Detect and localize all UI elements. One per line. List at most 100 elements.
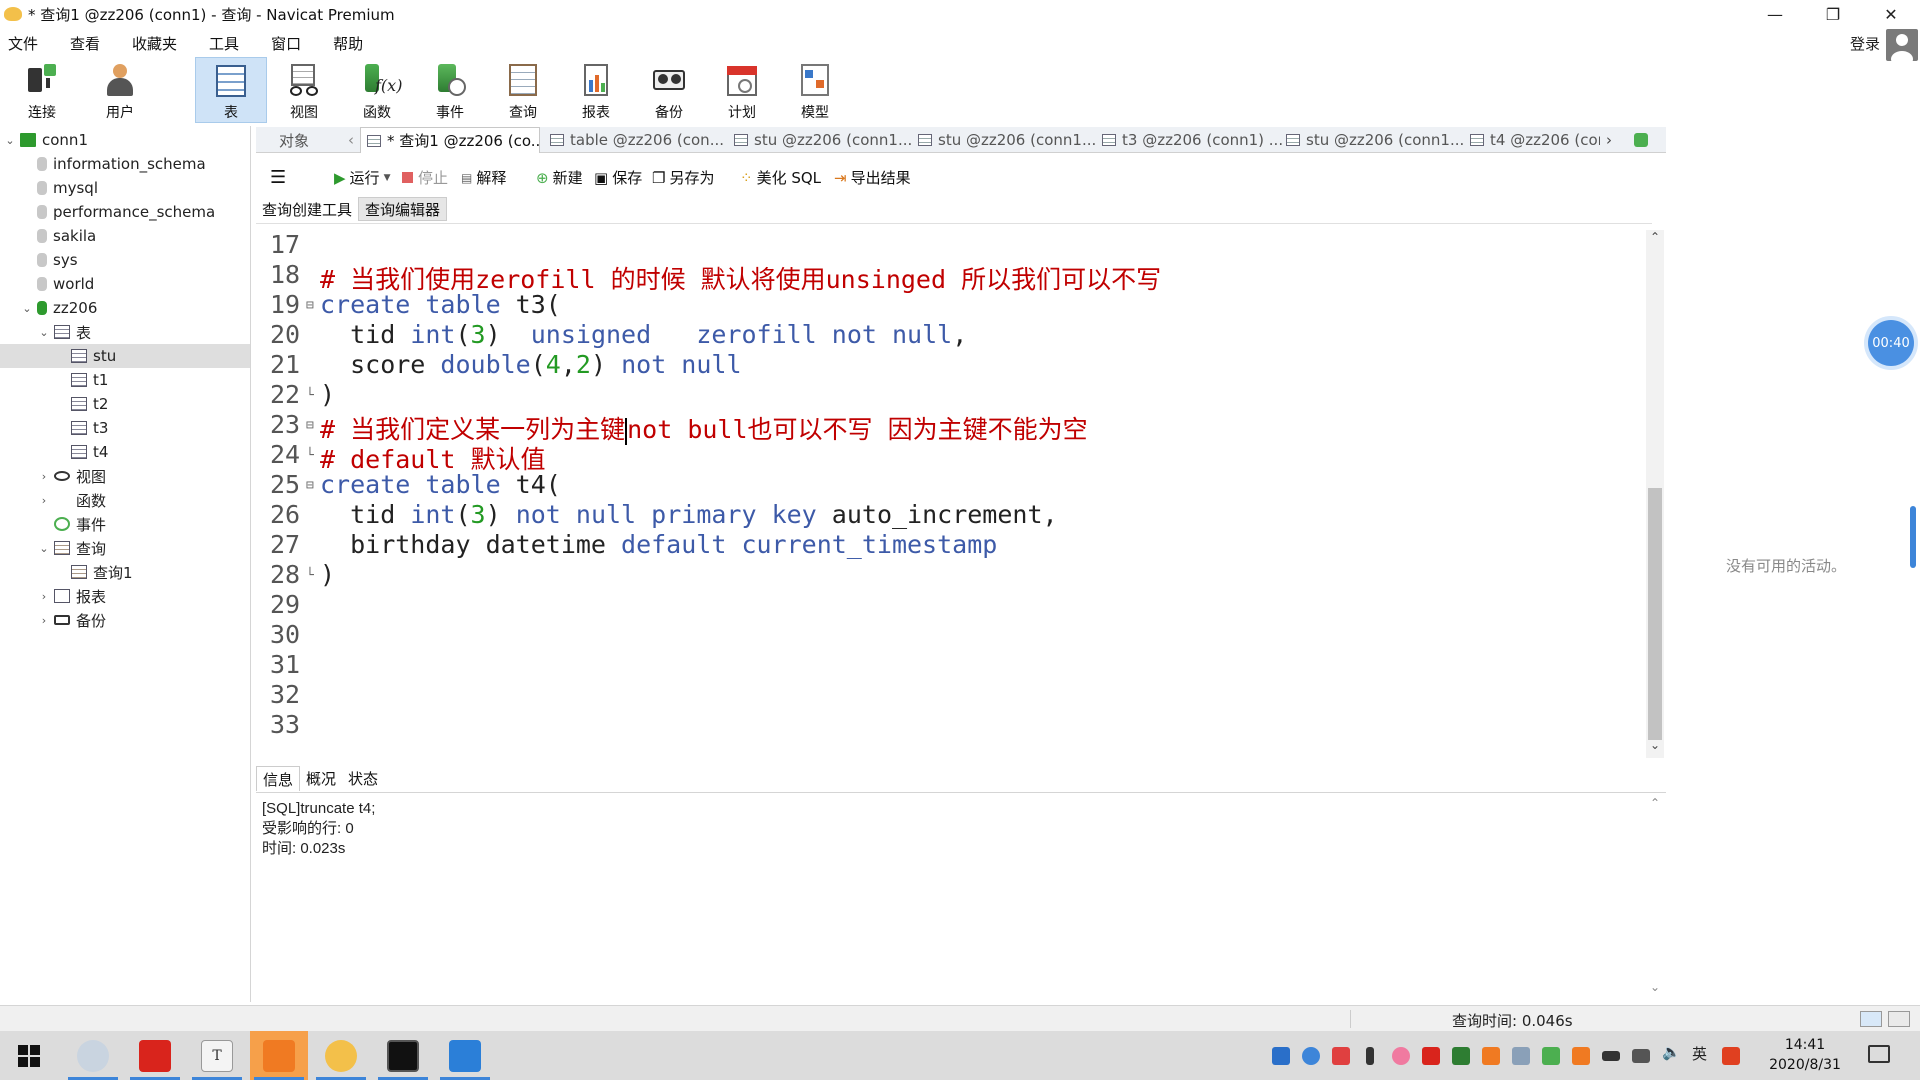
shield-icon[interactable] (1452, 1047, 1470, 1065)
tree-item-performance-schema[interactable]: performance_schema (0, 200, 250, 224)
tree-item[interactable]: › 视图 (0, 464, 250, 488)
code-line[interactable]: 32 (256, 680, 1636, 710)
code-line[interactable]: 23 ⊟ # 当我们定义某一列为主键not bull也可以不写 因为主键不能为空 (256, 410, 1636, 445)
function-button[interactable]: f(x) 函数 (341, 57, 413, 123)
message-scrollbar[interactable]: ⌃ ⌄ (1646, 796, 1664, 1000)
code-line[interactable]: 21 score double(4,2) not null (256, 350, 1636, 380)
battery-icon[interactable] (1602, 1051, 1620, 1061)
login-link[interactable]: 登录 (1850, 33, 1880, 54)
tree-item[interactable]: › 函数 (0, 488, 250, 512)
chevron-right-icon[interactable]: › (38, 614, 50, 627)
code-line[interactable]: 17 (256, 230, 1636, 260)
fold-toggle-icon[interactable]: ⊟ (306, 418, 316, 433)
new-button[interactable]: ⊕ 新建 (536, 167, 583, 188)
chevron-down-icon[interactable]: ⌄ (38, 542, 50, 555)
layout-right-panel-icon[interactable] (1888, 1011, 1910, 1027)
message-panel[interactable]: [SQL]truncate t4; 受影响的行: 0 时间: 0.023s (256, 792, 1666, 1002)
chevron-right-icon[interactable]: › (38, 494, 50, 507)
tab-stu[interactable]: stu @zz206 (conn1... (1286, 127, 1466, 153)
connect-button[interactable]: 连接 (6, 57, 78, 123)
chevron-down-icon[interactable]: ⌄ (38, 326, 50, 339)
tree-item-mysql[interactable]: mysql (0, 176, 250, 200)
table-button[interactable]: 表 (195, 57, 267, 123)
hamburger-menu-icon[interactable]: ☰ (270, 167, 286, 188)
tab-query-editor[interactable]: 查询编辑器 (358, 197, 448, 221)
chevron-down-icon[interactable]: ⌄ (4, 134, 16, 147)
taskbar-terminal-app[interactable] (374, 1031, 432, 1080)
tree-item[interactable]: › 报表 (0, 584, 250, 608)
menu-favorites[interactable]: 收藏夹 (132, 33, 177, 54)
code-line[interactable]: 29 (256, 590, 1636, 620)
tree-item-1[interactable]: 查询1 (0, 560, 250, 584)
scrollbar-thumb[interactable] (1648, 488, 1662, 740)
code-line[interactable]: 24 └ # default 默认值 (256, 440, 1636, 474)
tab-query1[interactable]: * 查询1 @zz206 (co... (360, 127, 540, 153)
taskbar-tongda-app[interactable] (250, 1031, 308, 1080)
menu-file[interactable]: 文件 (8, 33, 38, 54)
menu-view[interactable]: 查看 (70, 33, 100, 54)
tree-item-conn1[interactable]: ⌄ conn1 (0, 128, 250, 152)
tree-item-t3[interactable]: t3 (0, 416, 250, 440)
tray-app-icon[interactable] (1572, 1047, 1590, 1065)
code-line[interactable]: 28 └) (256, 560, 1636, 590)
query-button[interactable]: 查询 (487, 57, 559, 123)
tree-item[interactable]: ⌄ 查询 (0, 536, 250, 560)
user-button[interactable]: 用户 (84, 57, 156, 123)
save-button[interactable]: ▣ 保存 (594, 167, 642, 188)
tab-profile[interactable]: 概况 (300, 766, 342, 791)
tray-app-icon[interactable] (1482, 1047, 1500, 1065)
tab-query-builder[interactable]: 查询创建工具 (256, 197, 358, 221)
tray-app-icon[interactable] (1512, 1047, 1530, 1065)
tree-item-world[interactable]: world (0, 272, 250, 296)
sogou-input-icon[interactable] (1722, 1047, 1740, 1065)
tree-item[interactable]: › 备份 (0, 608, 250, 632)
taskbar-search-app[interactable] (64, 1031, 122, 1080)
event-button[interactable]: 事件 (414, 57, 486, 123)
scroll-up-icon[interactable]: ⌃ (1646, 230, 1664, 244)
schedule-button[interactable]: 计划 (706, 57, 778, 123)
tree-item-zz206[interactable]: ⌄ zz206 (0, 296, 250, 320)
tree-item-sys[interactable]: sys (0, 248, 250, 272)
backup-button[interactable]: 备份 (633, 57, 705, 123)
code-line[interactable]: 19 ⊟ create table t3( (256, 290, 1636, 320)
menu-window[interactable]: 窗口 (271, 33, 301, 54)
ime-icon[interactable]: 英 (1692, 1043, 1710, 1063)
tree-item-t2[interactable]: t2 (0, 392, 250, 416)
fold-toggle-icon[interactable]: ⊟ (306, 298, 316, 313)
tree-item[interactable]: 事件 (0, 512, 250, 536)
code-line[interactable]: 20 tid int(3) unsigned zerofill not null… (256, 320, 1636, 350)
tree-item-t4[interactable]: t4 (0, 440, 250, 464)
tab-objects[interactable]: 对象 (256, 127, 332, 153)
code-line[interactable]: 31 (256, 650, 1636, 680)
system-clock[interactable]: 14:41 2020/8/31 (1766, 1035, 1844, 1075)
notification-icon[interactable] (1868, 1045, 1890, 1063)
tab-t4[interactable]: t4 @zz206 (cor (1470, 127, 1600, 153)
chevron-down-icon[interactable]: ⌄ (21, 302, 33, 315)
side-handle[interactable] (1910, 506, 1916, 568)
layout-left-panel-icon[interactable] (1860, 1011, 1882, 1027)
minimize-button[interactable]: — (1746, 0, 1804, 28)
taskbar-navicat-app[interactable] (312, 1031, 370, 1080)
network-icon[interactable] (1632, 1049, 1650, 1063)
code-line[interactable]: 18 # 当我们使用zerofill 的时候 默认将使用unsinged 所以我们… (256, 260, 1636, 294)
code-line[interactable]: 25 ⊟ create table t4( (256, 470, 1636, 500)
code-line[interactable]: 22 └) (256, 380, 1636, 410)
taskbar-typora-app[interactable]: T (188, 1031, 246, 1080)
code-line[interactable]: 26 tid int(3) not null primary key auto_… (256, 500, 1636, 530)
microphone-icon[interactable] (1366, 1047, 1374, 1065)
tab-stu[interactable]: stu @zz206 (conn1... (734, 127, 914, 153)
scroll-down-icon[interactable]: ⌄ (1646, 738, 1664, 752)
nvidia-icon[interactable] (1542, 1047, 1560, 1065)
tab-table[interactable]: table @zz206 (con... (550, 127, 728, 153)
code-line[interactable]: 27 birthday datetime default current_tim… (256, 530, 1636, 560)
chevron-right-icon[interactable]: › (38, 590, 50, 603)
code-line[interactable]: 30 (256, 620, 1636, 650)
code-line[interactable]: 33 (256, 710, 1636, 740)
recording-timer-badge[interactable]: 00:40 (1868, 320, 1914, 366)
scroll-down-icon[interactable]: ⌄ (1646, 980, 1664, 994)
taskbar-youdao-app[interactable] (126, 1031, 184, 1080)
tree-item[interactable]: ⌄ 表 (0, 320, 250, 344)
tree-item-information-schema[interactable]: information_schema (0, 152, 250, 176)
taskbar-vscode-app[interactable] (436, 1031, 494, 1080)
tab-t3[interactable]: t3 @zz206 (conn1) ... (1102, 127, 1282, 153)
